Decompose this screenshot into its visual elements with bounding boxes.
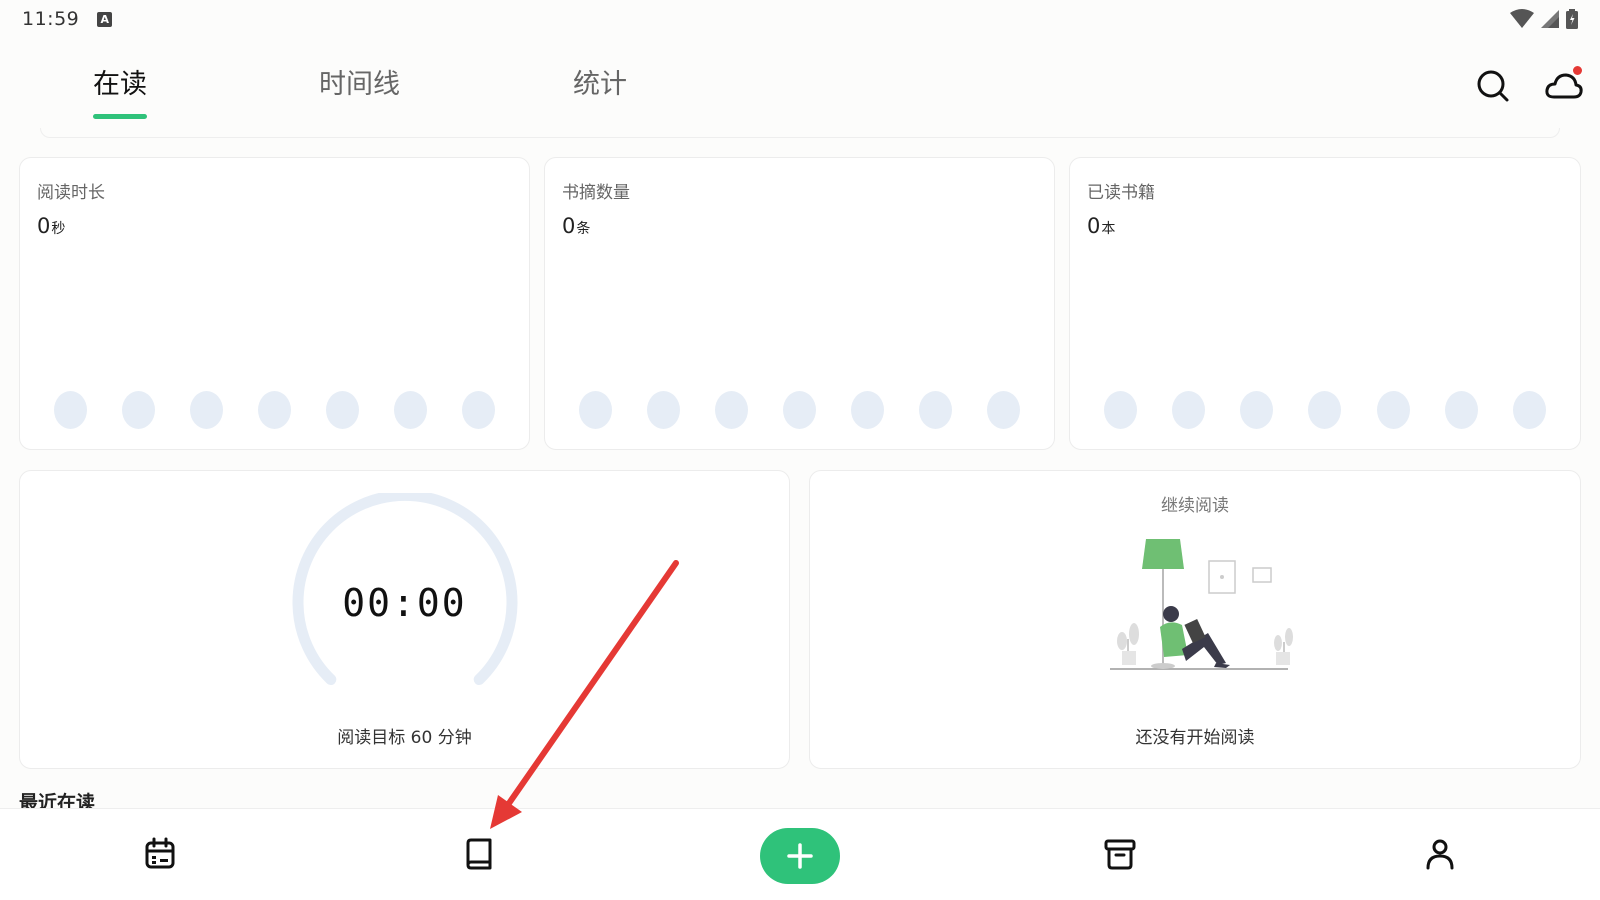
continue-reading-card[interactable]: 继续阅读 还没有开始阅读 xyxy=(809,470,1581,769)
top-tab-bar: 在读 时间线 统计 xyxy=(0,52,1600,122)
weekday-dots xyxy=(1104,391,1546,429)
reading-timer-card[interactable]: 00:00 阅读目标 60 分钟 xyxy=(19,470,790,769)
notification-a-icon: A xyxy=(97,11,113,27)
search-button[interactable] xyxy=(1473,66,1513,106)
stat-unit: 本 xyxy=(1101,221,1116,237)
stat-card-books-read[interactable]: 已读书籍 0本 xyxy=(1069,157,1581,450)
header-divider xyxy=(40,128,1560,138)
day-dot xyxy=(579,391,612,429)
tab-timeline[interactable]: 时间线 xyxy=(319,62,400,101)
stat-value: 0条 xyxy=(562,214,590,238)
stat-card-reading-time[interactable]: 阅读时长 0秒 xyxy=(19,157,530,450)
status-time: 11:59 xyxy=(22,8,80,30)
day-dot xyxy=(1444,391,1478,429)
day-dot xyxy=(919,391,952,429)
day-dot xyxy=(851,391,884,429)
day-dot xyxy=(1376,391,1410,429)
stat-number: 0 xyxy=(562,214,576,238)
empty-state-text: 还没有开始阅读 xyxy=(1135,728,1255,748)
continue-reading-title: 继续阅读 xyxy=(1161,496,1229,516)
recent-reading-heading: 最近在读 xyxy=(19,792,96,808)
nav-archive[interactable] xyxy=(1103,837,1137,871)
weekday-dots xyxy=(579,391,1020,429)
stat-title: 已读书籍 xyxy=(1087,183,1155,203)
stat-card-excerpts[interactable]: 书摘数量 0条 xyxy=(544,157,1055,450)
day-dot xyxy=(54,391,87,429)
day-dot xyxy=(326,391,359,429)
day-dot xyxy=(783,391,816,429)
day-dot xyxy=(647,391,680,429)
day-dot xyxy=(462,391,495,429)
day-dot xyxy=(1512,391,1546,429)
stat-number: 0 xyxy=(37,214,51,238)
weekday-dots xyxy=(54,391,495,429)
search-icon xyxy=(1477,70,1509,102)
status-left: 11:59 A xyxy=(22,8,113,30)
day-dot xyxy=(1308,391,1342,429)
stat-title: 书摘数量 xyxy=(562,183,630,203)
stat-number: 0 xyxy=(1087,214,1101,238)
add-button[interactable] xyxy=(760,828,840,884)
wifi-icon xyxy=(1510,9,1534,28)
add-icon xyxy=(787,843,813,869)
day-dot xyxy=(1104,391,1137,429)
day-dot xyxy=(1172,391,1206,429)
book-icon xyxy=(466,838,492,870)
day-dot xyxy=(987,391,1020,429)
battery-icon xyxy=(1566,9,1578,29)
profile-icon xyxy=(1426,839,1454,870)
stat-title: 阅读时长 xyxy=(37,183,105,203)
nav-calendar[interactable] xyxy=(143,837,177,871)
day-dot xyxy=(1240,391,1274,429)
day-dot xyxy=(715,391,748,429)
notification-dot xyxy=(1573,66,1582,75)
day-dot xyxy=(190,391,223,429)
timer-display: 00:00 xyxy=(342,581,467,625)
stat-value: 0本 xyxy=(1087,214,1115,238)
reading-person-illustration xyxy=(1110,539,1293,670)
active-tab-indicator xyxy=(93,114,147,119)
nav-profile[interactable] xyxy=(1423,837,1457,871)
stat-value: 0秒 xyxy=(37,214,65,238)
status-bar: 11:59 A xyxy=(0,0,1600,38)
day-dot xyxy=(394,391,427,429)
tab-statistics[interactable]: 统计 xyxy=(573,62,627,101)
tab-reading[interactable]: 在读 xyxy=(93,62,147,101)
bottom-nav xyxy=(0,808,1600,900)
day-dot xyxy=(122,391,155,429)
reading-goal-text: 阅读目标 60 分钟 xyxy=(337,728,472,748)
cloud-sync-button[interactable] xyxy=(1544,66,1584,106)
stat-unit: 条 xyxy=(576,221,591,237)
stat-unit: 秒 xyxy=(51,221,66,237)
archive-icon xyxy=(1104,839,1136,870)
status-right xyxy=(1510,9,1578,29)
calendar-icon xyxy=(145,837,175,869)
signal-icon xyxy=(1541,10,1559,28)
nav-bookshelf[interactable] xyxy=(462,837,496,871)
day-dot xyxy=(258,391,291,429)
